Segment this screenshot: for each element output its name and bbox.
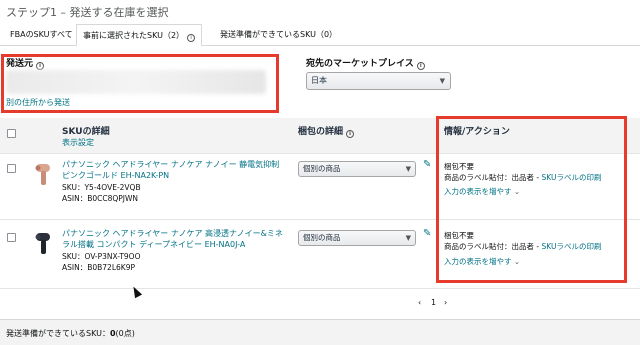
chevron-down-icon: ▼ <box>439 77 445 85</box>
sku-line: SKU：Y5-4OVE-2VQB <box>62 182 141 193</box>
footer-ready-count: 発送準備ができているSKU：0(0点) <box>6 328 135 339</box>
product-thumbnail-navy-dryer <box>35 233 50 254</box>
sku-value: Y5-4OVE-2VQB <box>84 183 141 192</box>
edit-pencil-icon[interactable]: ✎ <box>423 228 431 239</box>
row-checkbox[interactable] <box>7 164 16 173</box>
select-all-checkbox[interactable] <box>7 129 16 138</box>
asin-label: ASIN： <box>62 194 88 203</box>
product-thumbnail-pink-dryer <box>35 164 50 185</box>
product-name-link[interactable]: パナソニック ヘアドライヤー ナノケア ナノイー 静電気抑制 ピンクゴールド E… <box>62 159 287 181</box>
highlight-box-info-actions <box>436 116 627 283</box>
sku-value: OV-P3NX-T9OO <box>84 252 141 261</box>
display-settings-link[interactable]: 表示設定 <box>62 137 94 148</box>
sku-label: SKU： <box>62 252 85 261</box>
next-page-button[interactable]: › <box>444 298 447 307</box>
packing-value: 個別の商品 <box>303 233 341 242</box>
asin-label: ASIN： <box>62 263 88 272</box>
current-page: 1 <box>431 298 437 307</box>
prev-page-button[interactable]: ‹ <box>418 298 421 307</box>
chevron-down-icon: ▼ <box>405 165 411 173</box>
header-packing-text: 梱包の詳細 <box>298 127 344 137</box>
row-divider <box>0 288 640 289</box>
asin-value: B0CC8QPJWN <box>87 194 139 203</box>
row-checkbox[interactable] <box>7 233 16 242</box>
tab-all-fba-sku[interactable]: FBAのSKUすべて <box>4 24 79 46</box>
edit-pencil-icon[interactable]: ✎ <box>423 159 431 170</box>
sku-line: SKU：OV-P3NX-T9OO <box>62 251 140 262</box>
marketplace-value: 日本 <box>311 76 327 85</box>
marketplace-select[interactable]: 日本 ▼ <box>306 72 451 90</box>
tab-preselected-label: 事前に選択されたSKU（2） <box>83 31 185 40</box>
highlight-box-ship-from <box>1 54 279 113</box>
sku-label: SKU： <box>62 183 85 192</box>
chevron-down-icon: ▼ <box>405 234 411 242</box>
packing-value: 個別の商品 <box>303 164 341 173</box>
pagination: ‹ 1 › <box>0 294 640 312</box>
footer-points: (0点) <box>115 329 135 338</box>
header-sku-details: SKUの詳細 <box>62 127 110 137</box>
packing-select[interactable]: 個別の商品 ▼ <box>298 230 416 246</box>
asin-line: ASIN：B0B72L6K9P <box>62 262 135 273</box>
footer-bar: 発送準備ができているSKU：0(0点) <box>0 319 640 345</box>
marketplace-label-text: 宛先のマーケットプレイス <box>306 59 414 69</box>
info-icon[interactable]: i <box>187 34 196 42</box>
page-title: ステップ1 – 発送する在庫を選択 <box>6 6 169 19</box>
footer-label: 発送準備ができているSKU： <box>6 329 110 338</box>
tab-bar: FBAのSKUすべて 事前に選択されたSKU（2） i 発送準備ができているSKU… <box>0 24 640 47</box>
asin-value: B0B72L6K9P <box>87 263 135 272</box>
info-icon[interactable]: i <box>416 62 425 70</box>
marketplace-label: 宛先のマーケットプレイス i <box>306 56 425 70</box>
asin-line: ASIN：B0CC8QPJWN <box>62 193 138 204</box>
header-packing-details: 梱包の詳細 i <box>298 124 355 138</box>
tab-preselected-sku[interactable]: 事前に選択されたSKU（2） i <box>76 24 203 47</box>
tab-ready-sku[interactable]: 発送準備ができているSKU（0） <box>214 24 343 46</box>
packing-select[interactable]: 個別の商品 ▼ <box>298 161 416 177</box>
info-icon[interactable]: i <box>346 130 355 138</box>
product-name-link[interactable]: パナソニック ヘアドライヤー ナノケア 高浸透ナノイー&ミネラル搭載 コンパクト… <box>62 228 287 250</box>
